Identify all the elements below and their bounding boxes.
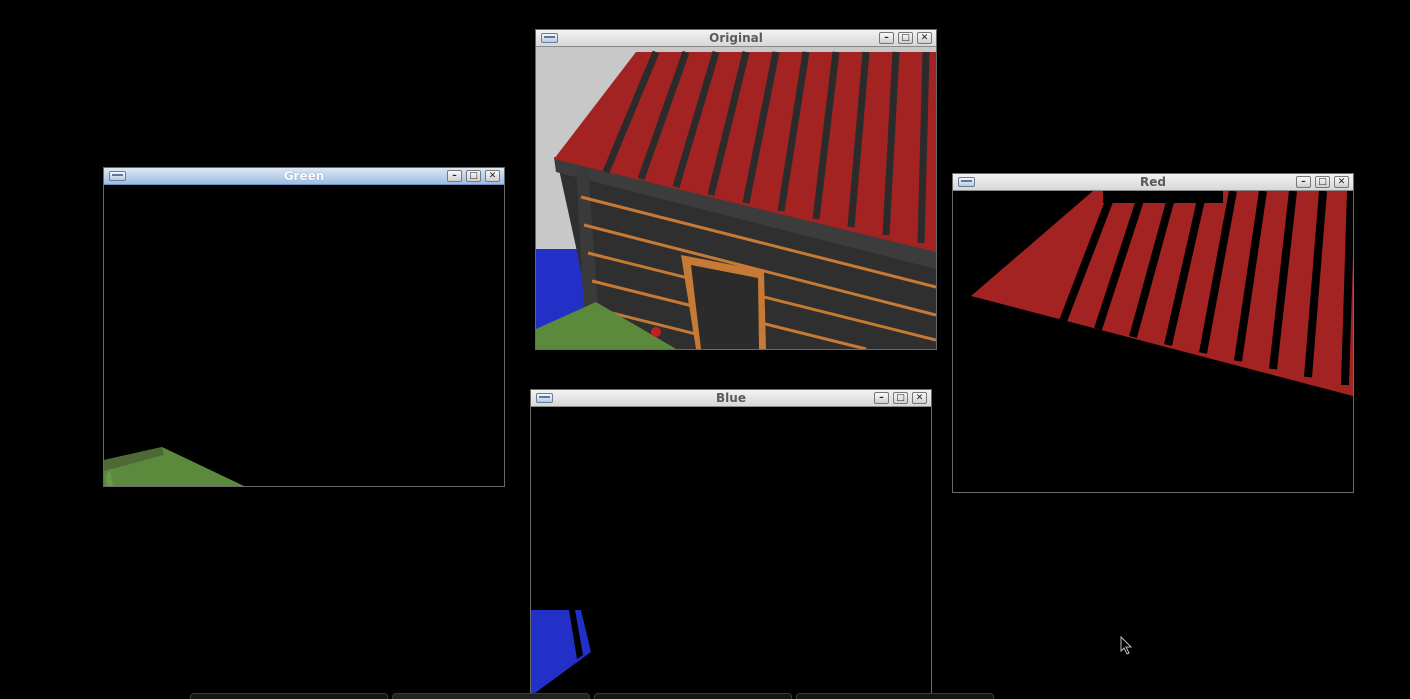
minimize-button[interactable]: – — [447, 170, 462, 182]
maximize-icon: □ — [901, 32, 910, 43]
window-red[interactable]: Red – □ ✕ — [952, 173, 1354, 493]
mouse-cursor-icon — [1120, 636, 1133, 655]
window-green[interactable]: Green – □ ✕ — [103, 167, 505, 487]
window-menu-icon[interactable] — [109, 171, 126, 181]
taskbar-item[interactable] — [796, 693, 994, 699]
minimize-button[interactable]: – — [874, 392, 889, 404]
window-original[interactable]: Original – □ ✕ — [535, 29, 937, 350]
taskbar-item[interactable] — [190, 693, 388, 699]
green-channel-image — [104, 185, 504, 486]
close-button[interactable]: ✕ — [1334, 176, 1349, 188]
taskbar — [0, 693, 1410, 699]
window-menu-icon[interactable] — [958, 177, 975, 187]
titlebar-red[interactable]: Red – □ ✕ — [953, 174, 1353, 191]
minimize-button[interactable]: – — [1296, 176, 1311, 188]
minimize-icon: – — [452, 170, 457, 181]
maximize-button[interactable]: □ — [893, 392, 908, 404]
close-icon: ✕ — [915, 392, 924, 403]
close-icon: ✕ — [1337, 176, 1346, 187]
titlebar-green[interactable]: Green – □ ✕ — [104, 168, 504, 185]
window-title-red: Red — [1140, 175, 1166, 189]
close-button[interactable]: ✕ — [912, 392, 927, 404]
window-title-blue: Blue — [716, 391, 746, 405]
window-menu-icon[interactable] — [541, 33, 558, 43]
minimize-button[interactable]: – — [879, 32, 894, 44]
titlebar-original[interactable]: Original – □ ✕ — [536, 30, 936, 47]
close-icon: ✕ — [488, 170, 497, 181]
maximize-button[interactable]: □ — [1315, 176, 1330, 188]
minimize-icon: – — [879, 392, 884, 403]
minimize-icon: – — [1301, 176, 1306, 187]
window-blue[interactable]: Blue – □ ✕ — [530, 389, 932, 697]
minimize-icon: – — [884, 32, 889, 43]
maximize-icon: □ — [1318, 176, 1327, 187]
close-button[interactable]: ✕ — [485, 170, 500, 182]
titlebar-blue[interactable]: Blue – □ ✕ — [531, 390, 931, 407]
maximize-icon: □ — [469, 170, 478, 181]
close-button[interactable]: ✕ — [917, 32, 932, 44]
window-title-green: Green — [283, 169, 325, 183]
red-channel-image — [953, 191, 1353, 492]
maximize-button[interactable]: □ — [466, 170, 481, 182]
original-image — [536, 47, 936, 349]
blue-channel-image — [531, 407, 931, 696]
window-menu-icon[interactable] — [536, 393, 553, 403]
maximize-button[interactable]: □ — [898, 32, 913, 44]
maximize-icon: □ — [896, 392, 905, 403]
taskbar-item[interactable] — [392, 693, 590, 699]
taskbar-item[interactable] — [594, 693, 792, 699]
close-icon: ✕ — [920, 32, 929, 43]
window-title-original: Original — [709, 31, 763, 45]
